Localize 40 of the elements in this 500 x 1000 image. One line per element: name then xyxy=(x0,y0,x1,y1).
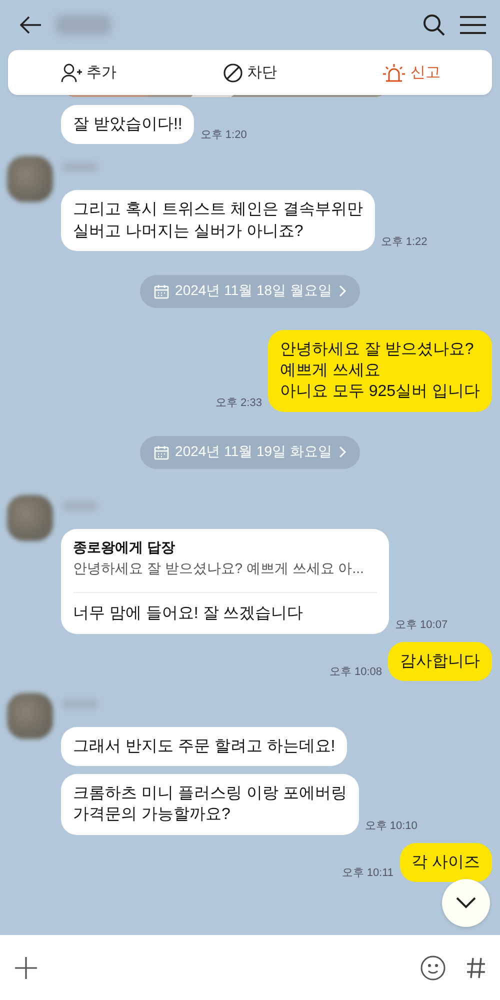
emoji-icon[interactable] xyxy=(420,954,446,980)
date-divider[interactable]: 2024년 11월 18일 월요일 xyxy=(140,274,360,308)
message-time: 오후 10:08 xyxy=(329,664,382,680)
message-time: 오후 10:10 xyxy=(364,818,418,834)
add-friend-icon xyxy=(60,62,83,82)
blurred-title xyxy=(56,15,111,35)
calendar-icon xyxy=(154,284,170,299)
message-text: 너무 맘에 들어요! 잘 쓰겠습니다 xyxy=(73,604,304,624)
hashtag-icon[interactable] xyxy=(466,956,486,980)
message-bubble: 크롬하츠 미니 플러스링 이랑 포에버링 가격문의 가능할까요? xyxy=(61,774,359,835)
avatar[interactable] xyxy=(7,692,53,739)
message-time: 오후 10:11 xyxy=(342,866,394,881)
plus-icon[interactable] xyxy=(14,956,38,980)
chevron-right-icon xyxy=(338,285,346,298)
message-time: 오후 2:33 xyxy=(216,396,262,411)
message-time: 오후 1:20 xyxy=(200,128,247,144)
message-bubble: 잘 받았습이다!! xyxy=(61,105,194,144)
message-bubble: 각 사이즈 xyxy=(400,842,492,882)
calendar-icon xyxy=(154,444,170,460)
action-button[interactable]: 신고 xyxy=(330,50,492,95)
message-time: 오후 1:22 xyxy=(380,234,428,250)
reply-header: 종로왕에게 답장 xyxy=(73,538,176,557)
search-icon[interactable] xyxy=(422,13,446,37)
chevron-down-icon xyxy=(456,897,476,909)
message-bubble: 그래서 반지도 주문 할려고 하는데요! xyxy=(61,726,348,766)
avatar[interactable] xyxy=(7,494,53,541)
date-divider[interactable]: 2024년 11월 19일 화요일 xyxy=(140,436,360,469)
message-time: 오후 10:07 xyxy=(395,618,448,633)
siren-icon xyxy=(382,62,406,82)
avatar[interactable] xyxy=(7,156,53,202)
back-arrow-icon[interactable] xyxy=(20,16,42,34)
block-icon xyxy=(222,62,243,82)
action-button[interactable]: 차단 xyxy=(169,50,331,95)
message-bubble: 안녕하세요 잘 받으셨나요? 예쁘게 쓰세요 아니요 모두 925실버 입니다 xyxy=(268,330,492,412)
quoted-message: 안녕하세요 잘 받으셨나요? 예쁘게 쓰세요 아... xyxy=(73,560,365,578)
chevron-right-icon xyxy=(338,446,346,458)
action-button[interactable]: 추가 xyxy=(8,50,170,95)
message-bubble: 그리고 혹시 트위스트 체인은 결속부위만 실버고 나머지는 실버가 아니죠? xyxy=(61,190,375,251)
menu-icon[interactable] xyxy=(460,15,486,35)
message-bubble: 감사합니다 xyxy=(388,642,492,681)
